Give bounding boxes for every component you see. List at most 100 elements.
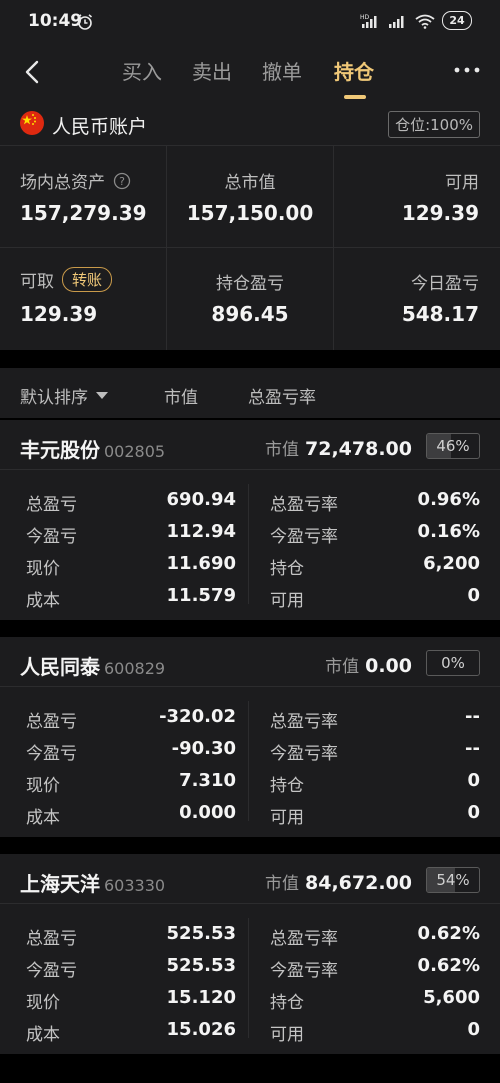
today-pl-rate-value: -- <box>465 738 480 759</box>
sort-market-value-label: 市值 <box>164 388 198 408</box>
sort-default-label: 默认排序 <box>20 388 88 408</box>
stock-code: 002805 <box>104 442 166 461</box>
available-label: 可用 <box>270 1025 304 1045</box>
total-pl-rate-value: 0.96% <box>417 489 480 510</box>
tab-buy[interactable]: 买入 <box>122 56 162 85</box>
active-tab-indicator <box>344 95 366 99</box>
total-pl-rate-value: 0.62% <box>417 923 480 944</box>
today-pl-label: 今日盈亏 <box>411 269 479 294</box>
market-value: 72,478.00 <box>305 438 412 460</box>
today-pl-label-text: 今日盈亏 <box>411 274 479 294</box>
withdrawable-label: 可取 <box>20 272 54 292</box>
help-icon[interactable]: ? <box>113 172 131 190</box>
today-pl-rate-label: 今盈亏率 <box>270 527 338 547</box>
more-icon[interactable] <box>452 62 482 78</box>
stock-code: 600829 <box>104 659 166 678</box>
total-assets-label-wrap: 场内总资产 ? <box>20 168 131 193</box>
sort-market-value[interactable]: 市值 <box>164 383 198 408</box>
total-pl-label: 总盈亏 <box>26 712 77 732</box>
position-pl-label: 持仓盈亏 <box>167 269 333 294</box>
holding-card[interactable]: 人民同泰 600829 市值 0.00 0% 总盈亏 -320.02 总盈亏率 -- 今盈亏 -90… <box>0 637 500 837</box>
account-name: 人民币账户 <box>52 116 148 138</box>
total-pl-value: 525.53 <box>166 923 236 944</box>
holding-value: 5,600 <box>423 987 480 1008</box>
today-pl-label: 今盈亏 <box>26 744 77 764</box>
svg-text:?: ? <box>119 175 125 188</box>
total-pl-label: 总盈亏 <box>26 929 77 949</box>
weight-badge: 0% <box>426 650 480 676</box>
withdrawable-value: 129.39 <box>20 302 98 326</box>
total-pl-rate-label: 总盈亏率 <box>270 495 338 515</box>
market-value: 84,672.00 <box>305 872 412 894</box>
divider <box>248 484 249 604</box>
tab-cancel[interactable]: 撤单 <box>262 56 302 85</box>
today-pl-rate-label: 今盈亏率 <box>270 744 338 764</box>
today-pl-rate-label: 今盈亏率 <box>270 961 338 981</box>
today-pl-value: 525.53 <box>166 955 236 976</box>
svg-text:HD: HD <box>360 14 370 21</box>
total-assets-value: 157,279.39 <box>20 201 147 225</box>
stock-name-text: 人民同泰 <box>20 655 100 679</box>
total-pl-value: 690.94 <box>166 489 236 510</box>
stock-name-text: 丰元股份 <box>20 438 100 462</box>
today-pl-label: 今盈亏 <box>26 961 77 981</box>
holding-header: 上海天洋 603330 市值 84,672.00 54% <box>0 854 500 904</box>
price-value: 15.120 <box>166 987 236 1008</box>
sort-default[interactable]: 默认排序 <box>20 383 108 408</box>
divider <box>0 247 500 248</box>
tab-sell[interactable]: 卖出 <box>192 56 232 85</box>
market-value-wrap: 市值 0.00 <box>325 652 412 677</box>
holding-card[interactable]: 丰元股份 002805 市值 72,478.00 46% 总盈亏 690.94 总盈亏率 0.9… <box>0 420 500 620</box>
divider <box>248 918 249 1038</box>
today-pl-value: 112.94 <box>166 521 236 542</box>
tab-positions[interactable]: 持仓 <box>334 56 374 85</box>
cost-value: 15.026 <box>166 1019 236 1040</box>
weight-badge: 46% <box>426 433 480 459</box>
today-pl-cell: 今日盈亏 548.17 <box>333 247 499 347</box>
holding-value: 0 <box>467 770 480 791</box>
available-value: 129.39 <box>401 201 479 225</box>
withdrawable-label-wrap: 可取 转账 <box>20 267 113 292</box>
weight-text: 54% <box>436 871 470 889</box>
available-label: 可用 <box>270 591 304 611</box>
stock-code: 603330 <box>104 876 166 895</box>
today-pl-value: -90.30 <box>171 738 236 759</box>
price-value: 7.310 <box>179 770 236 791</box>
back-icon[interactable] <box>20 58 48 86</box>
holding-header: 丰元股份 002805 市值 72,478.00 46% <box>0 420 500 470</box>
cost-value: 0.000 <box>179 802 236 823</box>
market-value-label: 市值 <box>265 440 300 460</box>
sort-bar: 默认排序 市值 总盈亏率 <box>0 368 500 418</box>
stock-name: 人民同泰 600829 <box>20 651 165 680</box>
battery-icon: 24 <box>442 11 472 30</box>
market-value-label-text: 总市值 <box>224 173 276 193</box>
weight-text: 0% <box>441 654 465 672</box>
price-label: 现价 <box>26 559 60 579</box>
signal-icon-2 <box>389 15 404 28</box>
divider <box>166 146 167 350</box>
today-pl-value: 548.17 <box>401 302 479 326</box>
total-pl-value: -320.02 <box>159 706 236 727</box>
sort-total-pl-rate[interactable]: 总盈亏率 <box>248 383 316 408</box>
market-value-cell: 总市值 157,150.00 <box>167 146 333 246</box>
status-bar: 10:49 HD 24 <box>0 0 500 44</box>
signal-icon: HD <box>360 14 377 28</box>
available-label: 可用 <box>445 168 479 193</box>
total-pl-label: 总盈亏 <box>26 495 77 515</box>
position-pl-cell: 持仓盈亏 896.45 <box>167 247 333 347</box>
transfer-button[interactable]: 转账 <box>62 267 113 292</box>
withdrawable-cell: 可取 转账 129.39 <box>0 247 166 347</box>
market-value-label: 总市值 <box>167 168 333 193</box>
cost-label: 成本 <box>26 808 60 828</box>
available-value: 0 <box>467 1019 480 1040</box>
available-label-text: 可用 <box>445 173 479 193</box>
holding-card[interactable]: 上海天洋 603330 市值 84,672.00 54% 总盈亏 525.53 总盈亏率 0.6… <box>0 854 500 1054</box>
today-pl-label: 今盈亏 <box>26 527 77 547</box>
market-value-value: 157,150.00 <box>186 201 314 225</box>
position-pl-label-text: 持仓盈亏 <box>216 274 284 294</box>
weight-text: 46% <box>436 437 470 455</box>
alarm-icon <box>77 14 93 30</box>
available-cell: 可用 129.39 <box>333 146 499 246</box>
stock-name-text: 上海天洋 <box>20 872 100 896</box>
cost-label: 成本 <box>26 591 60 611</box>
